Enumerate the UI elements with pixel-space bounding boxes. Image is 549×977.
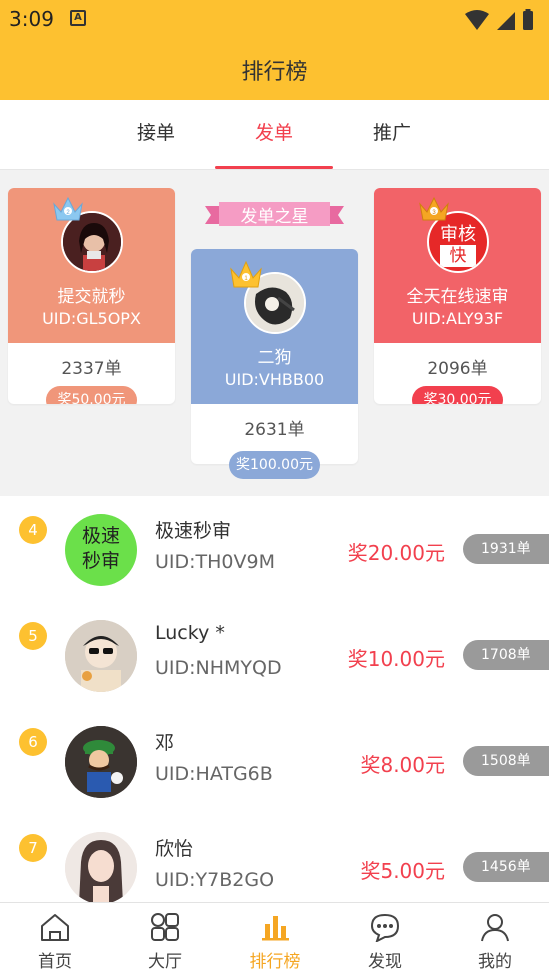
podium-section: 2 提交就秒 UID:GL5OPX 2337单 奖50.00元 发单之星 1 二… [0,170,549,496]
list-item[interactable]: 6 邓 UID:HATG6B 奖8.00元 1508单 [0,708,549,814]
home-icon [41,914,69,941]
tab-promotion[interactable]: 推广 [333,100,451,170]
crown-bronze-icon: 3 [419,196,449,221]
bar-chart-icon [262,916,289,941]
user-icon [481,914,509,942]
chat-bubble-icon [370,913,400,942]
podium-card-second[interactable]: 2 提交就秒 UID:GL5OPX 2337单 奖50.00元 [8,188,175,404]
list-item-uid: UID:TH0V9M [155,551,276,573]
list-item-uid: UID:HATG6B [155,763,273,785]
rank-badge: 6 [19,728,47,756]
ranking-list: 4 极速秒审 极速秒审 UID:TH0V9M 奖20.00元 1931单 5 L… [0,496,549,902]
podium-first-name: 二狗 [257,348,292,368]
list-item-prize: 奖10.00元 [347,647,445,671]
grid-icon [151,913,179,941]
app-header: 3:09 A 排行榜 [0,0,549,100]
avatar: 极速秒审 [65,514,137,586]
nav-profile-label: 我的 [478,952,512,972]
podium-third-count: 2096单 [427,359,488,379]
list-item-prize: 奖20.00元 [347,541,445,565]
podium-first-uid: UID:VHBB00 [224,370,325,389]
avatar-photo [65,620,137,692]
nav-home[interactable]: 首页 [0,903,110,977]
page-title: 排行榜 [241,60,308,85]
avatar-photo [65,832,137,902]
list-item-uid: UID:Y7B2GO [155,869,275,891]
status-time: 3:09 [9,7,54,31]
podium-second-uid: UID:GL5OPX [42,309,141,328]
wifi-icon [465,10,489,30]
avatar-photo [65,726,137,798]
podium-second-prize: 奖50.00元 [46,386,137,404]
avatar [65,726,137,798]
avatar [65,832,137,902]
podium-second-name: 提交就秒 [57,287,126,307]
nav-hall-label: 大厅 [148,952,182,972]
nav-leaderboard[interactable]: 排行榜 [220,903,330,977]
list-item-prize: 奖8.00元 [360,753,445,777]
podium-third-name: 全天在线速审 [406,287,509,307]
list-item-count: 1508单 [463,746,549,776]
nav-profile[interactable]: 我的 [440,903,549,977]
podium-card-third[interactable]: 审核 快 3 全天在线速审 UID:ALY93F 2096单 奖30.00元 [374,188,541,404]
podium-third-prize: 奖30.00元 [412,386,503,404]
tab-receive-orders[interactable]: 接单 [97,100,215,170]
list-item-count: 1456单 [463,852,549,882]
star-banner-text: 发单之星 [240,207,309,227]
podium-first-count: 2631单 [244,420,305,440]
status-bar: 3:09 A [0,0,549,40]
crown-silver-icon: 2 [53,196,83,221]
battery-icon [523,11,533,30]
list-item[interactable]: 5 Lucky * UID:NHMYQD 奖10.00元 1708单 [0,602,549,708]
list-item-count: 1708单 [463,640,549,670]
rank-badge: 7 [19,834,47,862]
nav-hall[interactable]: 大厅 [110,903,220,977]
bottom-nav: 首页 大厅 排行榜 发现 我的 [0,902,549,977]
list-item-uid: UID:NHMYQD [155,657,282,679]
podium-card-first[interactable]: 1 二狗 UID:VHBB00 2631单 [191,249,358,464]
nav-leaderboard-label: 排行榜 [249,952,301,972]
nav-discover-label: 发现 [368,952,402,972]
tab-post-orders[interactable]: 发单 [215,100,333,170]
podium-third-uid: UID:ALY93F [411,309,504,328]
avatar [65,620,137,692]
list-item-name: 邓 [155,732,175,754]
signal-icon [497,12,515,30]
podium-first-prize: 奖100.00元 [229,451,320,479]
status-icons [465,9,533,30]
list-item[interactable]: 4 极速秒审 极速秒审 UID:TH0V9M 奖20.00元 1931单 [0,496,549,602]
list-item-name: 欣怡 [155,838,194,860]
rank-badge: 4 [19,516,47,544]
nav-home-label: 首页 [38,952,72,972]
list-item-name: 极速秒审 [155,520,232,542]
crown-gold-icon: 1 [230,260,262,288]
notification-a-icon: A [70,10,86,26]
list-item[interactable]: 7 欣怡 UID:Y7B2GO 奖5.00元 1456单 [0,814,549,902]
tab-bar: 接单 发单 推广 [0,100,549,170]
avatar-text: 极速秒审 [81,525,120,572]
podium-second-count: 2337单 [61,359,122,379]
avatar-text-bottom: 快 [440,245,476,267]
list-item-count: 1931单 [463,534,549,564]
active-tab-indicator [215,166,333,169]
list-item-prize: 奖5.00元 [360,859,445,883]
list-item-name: Lucky * [155,622,225,644]
rank-badge: 5 [19,622,47,650]
nav-discover[interactable]: 发现 [330,903,440,977]
